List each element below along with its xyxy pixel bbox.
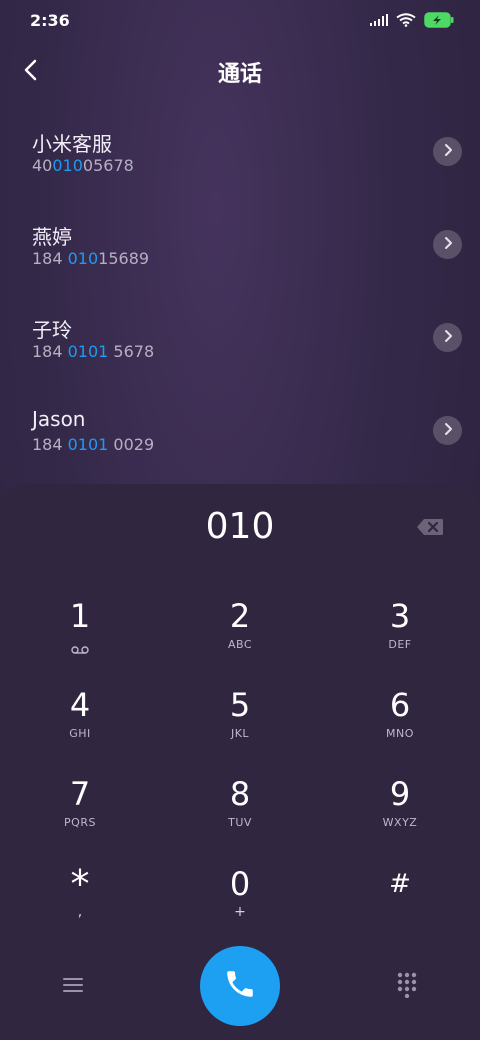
key-digit: #: [389, 869, 411, 899]
key-letters: JKL: [230, 727, 250, 740]
key-digit: 3: [389, 597, 411, 635]
chevron-right-icon: [443, 142, 453, 161]
contact-name: 小米客服: [32, 132, 112, 156]
contact-detail-button[interactable]: [433, 230, 462, 259]
key-6[interactable]: 6 MNO: [340, 685, 460, 765]
contact-list: 小米客服 4001005678 燕婷 184 01015689 子玲 184 0…: [0, 104, 480, 476]
key-letters: WXYZ: [382, 816, 418, 829]
contact-detail-button[interactable]: [433, 416, 462, 445]
backspace-icon: [416, 519, 444, 540]
dialpad-toggle-button[interactable]: [390, 972, 424, 1002]
key-letters: ,: [77, 904, 83, 920]
bottom-bar: [0, 946, 480, 1040]
key-letters: TUV: [228, 816, 252, 829]
chevron-right-icon: [443, 328, 453, 347]
contact-number: 184 0101 5678: [32, 342, 155, 361]
menu-icon: [63, 977, 83, 997]
key-digit: *: [70, 862, 90, 906]
key-0[interactable]: 0 +: [180, 864, 300, 944]
chevron-right-icon: [443, 421, 453, 440]
key-digit: 0: [229, 865, 251, 903]
key-letters: +: [234, 904, 246, 920]
chevron-right-icon: [443, 235, 453, 254]
key-4[interactable]: 4 GHI: [20, 685, 140, 765]
key-8[interactable]: 8 TUV: [180, 774, 300, 854]
wifi-icon: [396, 13, 416, 27]
contact-detail-button[interactable]: [433, 323, 462, 352]
key-9[interactable]: 9 WXYZ: [340, 774, 460, 854]
key-letters: MNO: [386, 727, 414, 740]
call-button[interactable]: [200, 946, 280, 1026]
key-digit: 4: [69, 686, 91, 724]
dialpad-icon: [397, 972, 417, 1002]
voicemail-icon: [71, 639, 89, 658]
key-5[interactable]: 5 JKL: [180, 685, 300, 765]
contact-name: 子玲: [32, 318, 72, 342]
contact-row[interactable]: 小米客服 4001005678: [0, 104, 480, 197]
contact-row[interactable]: 子玲 184 0101 5678: [0, 290, 480, 383]
status-icons: [370, 12, 454, 28]
contact-name: Jason: [32, 407, 86, 431]
status-time: 2:36: [30, 11, 70, 30]
key-hash[interactable]: #: [340, 864, 460, 944]
key-digit: 2: [229, 597, 251, 635]
key-2[interactable]: 2 ABC: [180, 596, 300, 676]
contact-row[interactable]: 燕婷 184 01015689: [0, 197, 480, 290]
battery-charging-icon: [424, 12, 454, 28]
signal-icon: [370, 14, 388, 26]
key-letters: GHI: [69, 727, 91, 740]
key-letters: ABC: [227, 638, 253, 651]
contact-number: 184 0101 0029: [32, 435, 155, 454]
key-7[interactable]: 7 PQRS: [20, 774, 140, 854]
header: 通话: [0, 40, 480, 104]
delete-button[interactable]: [416, 518, 444, 536]
contact-number: 184 01015689: [32, 249, 150, 268]
page-title: 通话: [217, 62, 262, 87]
key-digit: 8: [229, 775, 251, 813]
contact-name: 燕婷: [32, 225, 72, 249]
key-digit: 6: [389, 686, 411, 724]
key-3[interactable]: 3 DEF: [340, 596, 460, 676]
key-star[interactable]: * ,: [20, 864, 140, 944]
contact-detail-button[interactable]: [433, 137, 462, 166]
phone-icon: [223, 967, 257, 1005]
status-bar: 2:36: [0, 0, 480, 40]
key-digit: 1: [69, 597, 91, 635]
key-letters: PQRS: [64, 816, 96, 829]
key-digit: 9: [389, 775, 411, 813]
contact-row[interactable]: Jason 184 0101 0029: [0, 383, 480, 476]
key-1[interactable]: 1: [20, 596, 140, 676]
key-digit: 7: [69, 775, 91, 813]
key-digit: 5: [229, 686, 251, 724]
menu-button[interactable]: [56, 972, 90, 1002]
key-letters: DEF: [388, 638, 412, 651]
dialed-number: 010: [205, 506, 275, 547]
contact-number: 4001005678: [32, 156, 134, 175]
